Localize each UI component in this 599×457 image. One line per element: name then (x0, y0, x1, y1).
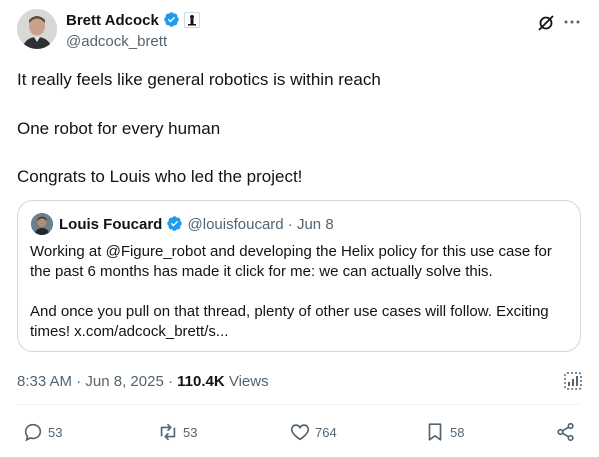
reply-count: 53 (48, 424, 63, 440)
quote-header: Louis Foucard @louisfoucard · Jun 8 (59, 215, 334, 238)
share-button[interactable] (555, 420, 581, 444)
repost-button[interactable]: 53 (157, 420, 197, 444)
divider (17, 404, 581, 405)
author-name[interactable]: Brett Adcock (66, 12, 159, 29)
quote-author-avatar[interactable] (31, 213, 53, 235)
meta-separator: · (76, 373, 82, 390)
post-text-line: One robot for every human (17, 119, 221, 138)
meta-separator: · (167, 373, 173, 390)
verified-badge-icon (166, 215, 183, 238)
repost-count: 53 (183, 424, 198, 440)
author-avatar[interactable] (17, 9, 57, 49)
author-handle[interactable]: @adcock_brett (66, 32, 167, 52)
post-date[interactable]: Jun 8, 2025 (85, 373, 163, 390)
post-text-line: Congrats to Louis who led the project! (17, 167, 303, 186)
reply-icon (24, 423, 42, 442)
post-text-line: It really feels like general robotics is… (17, 70, 381, 89)
like-icon (290, 424, 310, 441)
like-count: 764 (315, 424, 337, 440)
quote-author-handle[interactable]: @louisfoucard (188, 216, 284, 233)
post-time[interactable]: 8:33 AM (17, 373, 72, 390)
author-name-row[interactable]: Brett Adcock (66, 11, 200, 34)
share-icon (557, 422, 574, 442)
post-meta: 8:33 AM · Jun 8, 2025 · 110.4K Views (17, 372, 269, 392)
like-button[interactable]: 764 (289, 420, 337, 444)
bookmark-button[interactable]: 58 (424, 420, 464, 444)
quote-text-line: And once you pull on that thread, plenty… (30, 303, 549, 320)
quote-author-name[interactable]: Louis Foucard (59, 216, 162, 233)
views-label: Views (228, 373, 269, 390)
bookmark-icon (428, 423, 442, 441)
quote-text-line: the past 6 months has made it click for … (30, 263, 493, 280)
repost-icon (160, 423, 176, 441)
bookmark-count: 58 (450, 424, 465, 440)
verified-badge-icon (163, 11, 180, 34)
quote-date[interactable]: Jun 8 (297, 216, 334, 233)
affiliate-badge-icon[interactable] (183, 12, 200, 28)
quote-text-line[interactable]: times! x.com/adcock_brett/s... (30, 322, 228, 342)
reply-button[interactable]: 53 (22, 420, 62, 444)
more-icon[interactable] (563, 13, 581, 36)
views-count: 110.4K (177, 373, 225, 390)
quote-text-line: Working at @Figure_robot and developing … (30, 243, 552, 260)
grok-icon[interactable] (537, 14, 555, 37)
analytics-icon[interactable] (563, 371, 583, 396)
quote-separator: · (287, 216, 293, 233)
